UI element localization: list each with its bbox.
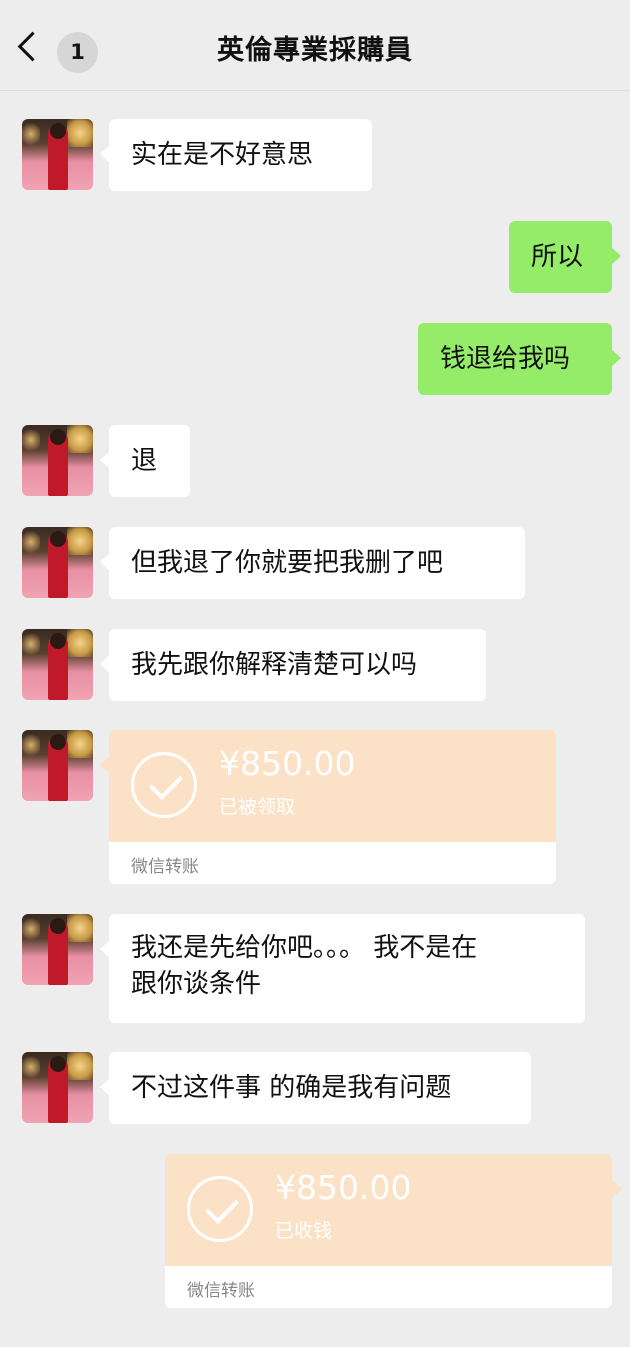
- message-text-line: 跟你谈条件: [131, 969, 262, 999]
- message-text: 但我退了你就要把我删了吧: [131, 548, 444, 578]
- contact-avatar[interactable]: [22, 425, 93, 496]
- wechat-transfer-card[interactable]: ¥850.00 已被领取 微信转账: [109, 730, 556, 884]
- chat-header: 1 英倫專業採購員: [0, 0, 630, 91]
- contact-avatar[interactable]: [22, 527, 93, 598]
- check-circle-icon: [187, 1176, 253, 1242]
- message-bubble[interactable]: 我还是先给你吧。。。 我不是在 跟你谈条件: [100, 914, 585, 1023]
- message-text: 钱退给我吗: [440, 344, 571, 374]
- chat-title: 英倫專業採購員: [217, 35, 413, 66]
- message-text-line: 我还是先给你吧。。。 我不是在: [131, 933, 478, 963]
- contact-avatar[interactable]: [22, 119, 93, 190]
- message-text: 退: [131, 446, 158, 476]
- transfer-amount: ¥850.00: [219, 744, 356, 783]
- transfer-amount: ¥850.00: [275, 1168, 412, 1207]
- wechat-transfer-card-sent[interactable]: ¥850.00 已收钱 微信转账: [165, 1154, 612, 1308]
- message-text: 不过这件事 的确是我有问题: [131, 1073, 452, 1103]
- transfer-status: 已收钱: [275, 1220, 333, 1242]
- message-bubble[interactable]: 实在是不好意思: [100, 119, 372, 191]
- message-text: 所以: [531, 242, 584, 272]
- message-bubble[interactable]: 但我退了你就要把我删了吧: [100, 527, 525, 599]
- message-bubble[interactable]: 退: [100, 425, 190, 497]
- check-circle-icon: [131, 752, 197, 818]
- message-bubble-sent[interactable]: 所以: [509, 221, 621, 293]
- message-bubble[interactable]: 我先跟你解释清楚可以吗: [100, 629, 486, 701]
- transfer-footer: 微信转账: [131, 857, 199, 877]
- transfer-status: 已被领取: [219, 796, 296, 818]
- message-bubble-sent[interactable]: 钱退给我吗: [418, 323, 621, 395]
- message-text: 实在是不好意思: [131, 140, 314, 170]
- transfer-footer: 微信转账: [187, 1281, 255, 1301]
- bubble-tail: [612, 1180, 622, 1198]
- check-mark-icon: [205, 1190, 239, 1224]
- contact-avatar[interactable]: [22, 730, 93, 801]
- check-mark-icon: [149, 766, 183, 800]
- message-bubble[interactable]: 不过这件事 的确是我有问题: [100, 1052, 531, 1124]
- contact-avatar[interactable]: [22, 1052, 93, 1123]
- contact-avatar[interactable]: [22, 914, 93, 985]
- contact-avatar[interactable]: [22, 629, 93, 700]
- message-text: 我先跟你解释清楚可以吗: [131, 650, 418, 680]
